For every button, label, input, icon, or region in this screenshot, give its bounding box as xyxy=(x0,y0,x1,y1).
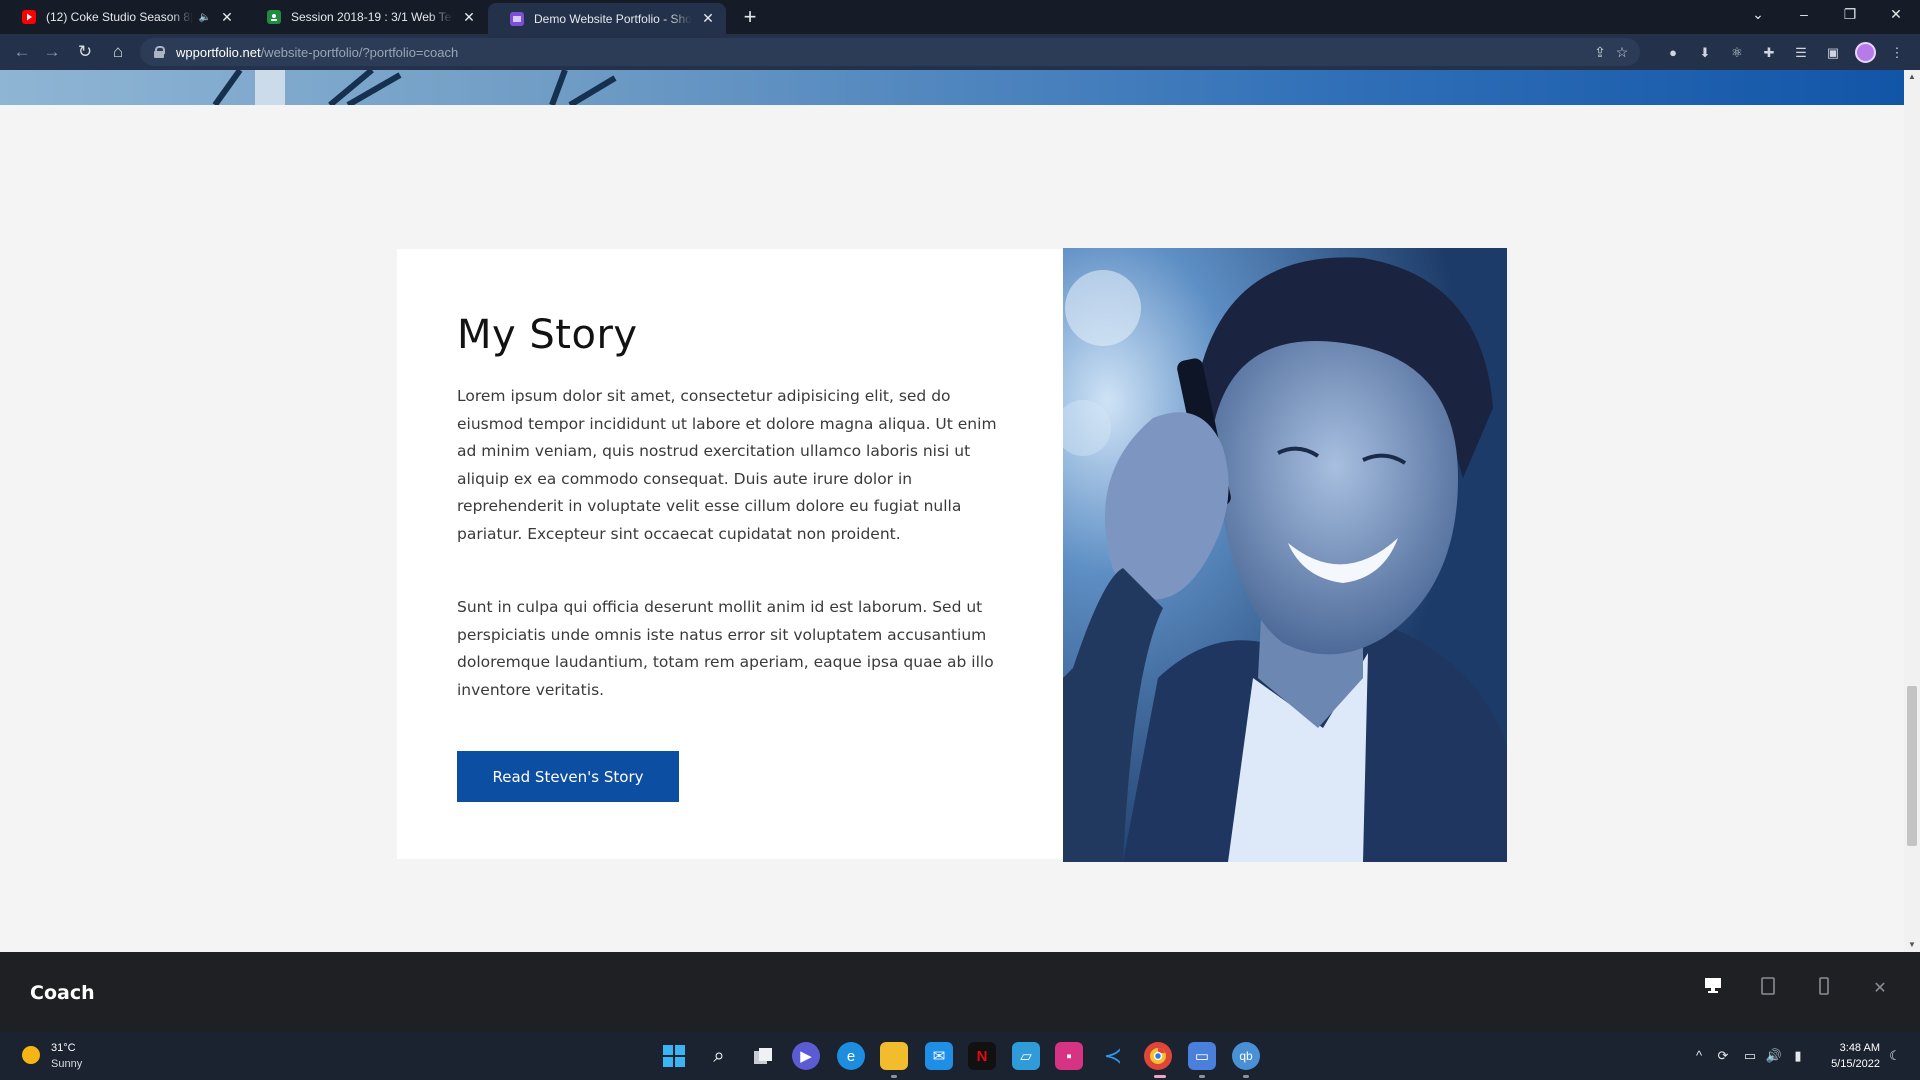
classroom-icon xyxy=(267,10,281,24)
teams-chat-icon[interactable]: ▶ xyxy=(792,1042,820,1070)
tab-title: Session 2018-19 : 3/1 Web Techn xyxy=(291,10,453,24)
tablet-icon[interactable] xyxy=(1756,977,1780,1001)
minimize-button[interactable]: – xyxy=(1781,0,1827,30)
desktop-icon[interactable] xyxy=(1701,977,1725,1001)
windows-start-icon[interactable] xyxy=(660,1042,688,1070)
vscode-icon[interactable]: ≺ xyxy=(1099,1042,1127,1070)
clock-time: 3:48 AM xyxy=(1839,1042,1880,1054)
page-viewport: My Story Lorem ipsum dolor sit amet, con… xyxy=(0,70,1904,952)
scroll-up-icon[interactable]: ▲ xyxy=(1904,70,1920,84)
tab-youtube[interactable]: (12) Coke Studio Season 8| Ta 🔈 ✕ xyxy=(0,0,245,34)
mail-icon[interactable]: ✉ xyxy=(925,1042,953,1070)
tab-portfolio[interactable]: Demo Website Portfolio - Show Y ✕ xyxy=(488,3,726,34)
youtube-icon xyxy=(22,10,36,24)
browser-toolbar: ← → ↻ ⌂ wpportfolio.net/website-portfoli… xyxy=(0,34,1920,70)
story-paragraph-1: Lorem ipsum dolor sit amet, consectetur … xyxy=(457,387,997,543)
react-devtools-icon[interactable]: ⚛ xyxy=(1727,43,1747,63)
url-path: /website-portfolio/?portfolio=coach xyxy=(260,44,459,60)
system-clock[interactable]: 3:48 AM 5/15/2022 xyxy=(1818,1040,1880,1072)
sync-icon[interactable]: ⟳ xyxy=(1714,1047,1732,1065)
search-icon[interactable]: ⌕ xyxy=(705,1042,733,1070)
tab-classroom[interactable]: Session 2018-19 : 3/1 Web Techn ✕ xyxy=(245,0,487,34)
scroll-down-icon[interactable]: ▼ xyxy=(1904,938,1920,952)
volume-icon[interactable]: 🔊 xyxy=(1765,1047,1783,1065)
focus-assist-icon[interactable]: ☾ xyxy=(1886,1047,1904,1065)
close-tab-icon[interactable]: ✕ xyxy=(461,9,477,26)
bookmark-star-icon[interactable]: ☆ xyxy=(1612,42,1632,62)
network-icon[interactable]: ▭ xyxy=(1741,1047,1759,1065)
coach-portrait-photo xyxy=(1063,248,1507,862)
active-indicator xyxy=(1154,1075,1166,1078)
page-scrollbar[interactable]: ▲ ▼ xyxy=(1904,70,1920,952)
story-title: My Story xyxy=(457,312,638,358)
home-icon[interactable]: ⌂ xyxy=(106,40,130,64)
qbittorrent-icon[interactable]: qb xyxy=(1232,1042,1260,1070)
download-extension-icon[interactable]: ⬇ xyxy=(1695,43,1715,63)
close-window-button[interactable]: ✕ xyxy=(1873,0,1919,30)
url-host: wpportfolio.net xyxy=(176,44,261,60)
tab-search-button[interactable]: ⌄ xyxy=(1735,0,1781,30)
address-bar[interactable]: wpportfolio.net/website-portfolio/?portf… xyxy=(140,38,1640,66)
tray-overflow-icon[interactable]: ^ xyxy=(1690,1047,1708,1065)
extension-1-icon[interactable]: ● xyxy=(1663,43,1683,63)
task-view-icon[interactable] xyxy=(749,1042,777,1070)
forward-icon[interactable]: → xyxy=(40,40,64,64)
mobile-icon[interactable] xyxy=(1812,977,1836,1001)
new-tab-button[interactable]: + xyxy=(737,4,763,30)
netflix-icon[interactable]: N xyxy=(968,1042,996,1070)
weather-temp[interactable]: 31°C xyxy=(51,1042,76,1054)
clock-date: 5/15/2022 xyxy=(1831,1058,1880,1070)
close-tab-icon[interactable]: ✕ xyxy=(700,10,716,27)
extensions-puzzle-icon[interactable]: ✚ xyxy=(1759,43,1779,63)
more-menu-icon[interactable]: ⋮ xyxy=(1887,43,1907,63)
portfolio-icon xyxy=(510,11,524,26)
profile-avatar[interactable] xyxy=(1855,42,1876,63)
back-icon[interactable]: ← xyxy=(10,40,34,64)
running-indicator xyxy=(891,1075,897,1078)
side-panel-icon[interactable]: ▣ xyxy=(1823,43,1843,63)
close-icon[interactable]: ✕ xyxy=(1868,977,1892,1001)
story-card: My Story Lorem ipsum dolor sit amet, con… xyxy=(397,249,1063,859)
tab-title: Demo Website Portfolio - Show Y xyxy=(534,11,692,26)
battery-icon[interactable]: ▮ xyxy=(1789,1047,1807,1065)
scrollbar-thumb[interactable] xyxy=(1907,686,1917,846)
share-icon[interactable]: ⇪ xyxy=(1590,42,1610,62)
running-indicator xyxy=(1199,1075,1205,1078)
read-story-button[interactable]: Read Steven's Story xyxy=(457,751,679,802)
edge-icon[interactable]: e xyxy=(837,1042,865,1070)
restore-button[interactable]: ❐ xyxy=(1827,0,1873,30)
running-indicator xyxy=(1243,1075,1249,1078)
store-icon[interactable]: ▱ xyxy=(1012,1042,1040,1070)
close-tab-icon[interactable]: ✕ xyxy=(219,9,235,26)
chrome-icon[interactable] xyxy=(1144,1042,1172,1070)
reading-list-icon[interactable]: ☰ xyxy=(1791,43,1811,63)
lock-icon[interactable] xyxy=(154,46,165,58)
jetbrains-icon[interactable]: ▪ xyxy=(1055,1042,1083,1070)
story-paragraph-2: Sunt in culpa qui officia deserunt molli… xyxy=(457,598,994,699)
tab-title: (12) Coke Studio Season 8| Ta xyxy=(46,10,193,24)
reload-icon[interactable]: ↻ xyxy=(73,40,97,64)
weather-sun-icon[interactable] xyxy=(22,1046,40,1064)
remote-desktop-icon[interactable]: ▭ xyxy=(1188,1042,1216,1070)
weather-condition[interactable]: Sunny xyxy=(51,1058,82,1070)
hero-image-bottom xyxy=(0,70,1904,105)
file-explorer-icon[interactable] xyxy=(880,1042,908,1070)
theme-preview-bar: Coach ✕ xyxy=(0,952,1920,1032)
preview-theme-name: Coach xyxy=(30,982,95,1004)
speaker-icon[interactable]: 🔈 xyxy=(199,12,211,23)
windows-taskbar: 31°C Sunny ⌕ ▶ e ✉ N ▱ ▪ ≺ ▭ qb ^ ⟳ ▭ 🔊 … xyxy=(0,1032,1920,1080)
browser-tab-strip: (12) Coke Studio Season 8| Ta 🔈 ✕ Sessio… xyxy=(0,0,1920,34)
